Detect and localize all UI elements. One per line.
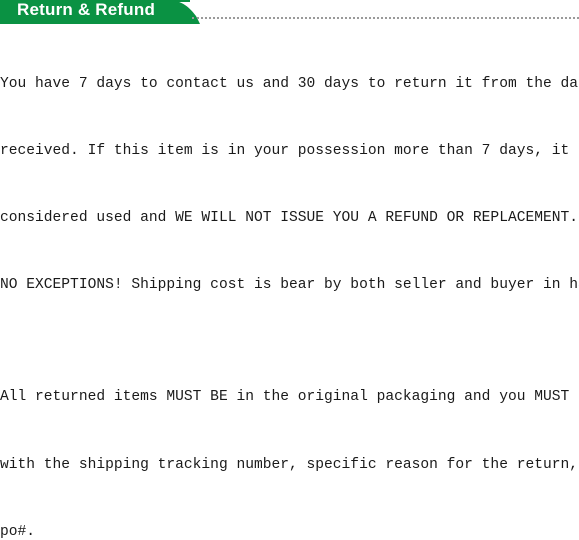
- text-line: considered used and WE WILL NOT ISSUE YO…: [0, 210, 579, 227]
- text-line: NO EXCEPTIONS! Shipping cost is bear by …: [0, 277, 579, 294]
- text-line: with the shipping tracking number, speci…: [0, 456, 579, 473]
- text-line: po#.: [0, 523, 36, 540]
- text-line: received. If this item is in your posses…: [0, 143, 579, 160]
- section-return-refund: Return & Refund You have 7 days to conta…: [0, 0, 579, 540]
- section-header-return-refund: Return & Refund: [0, 0, 579, 24]
- policy-page: Return & Refund You have 7 days to conta…: [0, 0, 579, 540]
- text-line: All returned items MUST BE in the origin…: [0, 389, 579, 406]
- paragraph-return-window: You have 7 days to contact us and 30 day…: [0, 28, 579, 342]
- dotted-separator: [192, 17, 579, 20]
- paragraph-return-requirements: All returned items MUST BE in the origin…: [0, 342, 579, 540]
- section-title-return-refund: Return & Refund: [17, 0, 156, 19]
- text-line: You have 7 days to contact us and 30 day…: [0, 75, 579, 92]
